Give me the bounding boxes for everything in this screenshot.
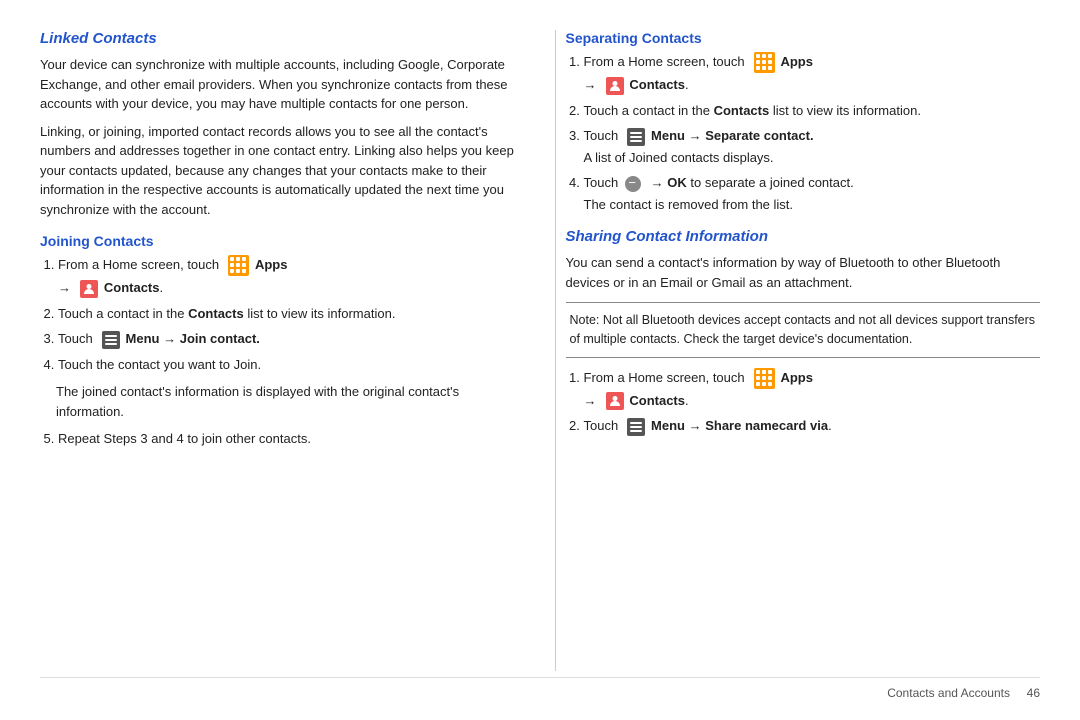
- menu-icon-2: [627, 128, 645, 146]
- sharing-title: Sharing Contact Information: [566, 228, 1041, 245]
- joining-step-1: From a Home screen, touch Apps →: [58, 255, 515, 298]
- contacts-icon-2: [606, 77, 624, 95]
- page: Linked Contacts Your device can synchron…: [0, 0, 1080, 720]
- linked-para2: Linking, or joining, imported contact re…: [40, 122, 515, 220]
- sep-step-1: From a Home screen, touch Apps →: [584, 52, 1041, 95]
- apps-grid-icon: [228, 255, 249, 276]
- separating-steps-list: From a Home screen, touch Apps →: [584, 52, 1041, 214]
- joining-step-5-list: Repeat Steps 3 and 4 to join other conta…: [58, 429, 515, 449]
- arrow-contacts-2: → Contacts.: [584, 75, 1041, 95]
- footer-page: 46: [1027, 686, 1040, 700]
- note-box: Note: Not all Bluetooth devices accept c…: [566, 302, 1041, 358]
- joined-list-note: A list of Joined contacts displays.: [584, 148, 1041, 168]
- joining-step-4: Touch the contact you want to Join.: [58, 355, 515, 375]
- note-text: Note: Not all Bluetooth devices accept c…: [570, 313, 1036, 346]
- apps-grid-icon-3: [754, 368, 775, 389]
- joining-step-5: Repeat Steps 3 and 4 to join other conta…: [58, 429, 515, 449]
- footer-text: Contacts and Accounts: [887, 686, 1010, 700]
- arrow-contacts-1: → Contacts.: [58, 278, 515, 298]
- joining-step-2: Touch a contact in the Contacts list to …: [58, 304, 515, 324]
- joining-step-3: Touch Menu → Join contact.: [58, 329, 515, 349]
- sharing-steps-list: From a Home screen, touch Apps →: [584, 368, 1041, 436]
- separating-contacts-title: Separating Contacts: [566, 30, 1041, 46]
- right-column: Separating Contacts From a Home screen, …: [555, 30, 1041, 671]
- menu-icon-3: [627, 418, 645, 436]
- share-step-1: From a Home screen, touch Apps →: [584, 368, 1041, 411]
- linked-para1: Your device can synchronize with multipl…: [40, 55, 515, 114]
- joining-contacts-title: Joining Contacts: [40, 233, 515, 249]
- contacts-icon-1: [80, 280, 98, 298]
- removed-note: The contact is removed from the list.: [584, 195, 1041, 215]
- sharing-para: You can send a contact's information by …: [566, 253, 1041, 292]
- apps-grid-icon-2: [754, 52, 775, 73]
- joining-steps-list: From a Home screen, touch Apps →: [58, 255, 515, 374]
- linked-contacts-title: Linked Contacts: [40, 30, 515, 47]
- sep-step-4: Touch → OK to separate a joined contact.…: [584, 173, 1041, 214]
- arrow-contacts-3: → Contacts.: [584, 391, 1041, 411]
- footer: Contacts and Accounts 46: [40, 677, 1040, 700]
- minus-circle-icon: [625, 176, 641, 192]
- left-column: Linked Contacts Your device can synchron…: [40, 30, 525, 671]
- contacts-icon-3: [606, 392, 624, 410]
- joined-info-note: The joined contact's information is disp…: [56, 382, 515, 421]
- menu-icon-1: [102, 331, 120, 349]
- sep-step-2: Touch a contact in the Contacts list to …: [584, 101, 1041, 121]
- share-step-2: Touch Menu → Share namecard via.: [584, 416, 1041, 436]
- sep-step-3: Touch Menu → Separate contact. A list of…: [584, 126, 1041, 167]
